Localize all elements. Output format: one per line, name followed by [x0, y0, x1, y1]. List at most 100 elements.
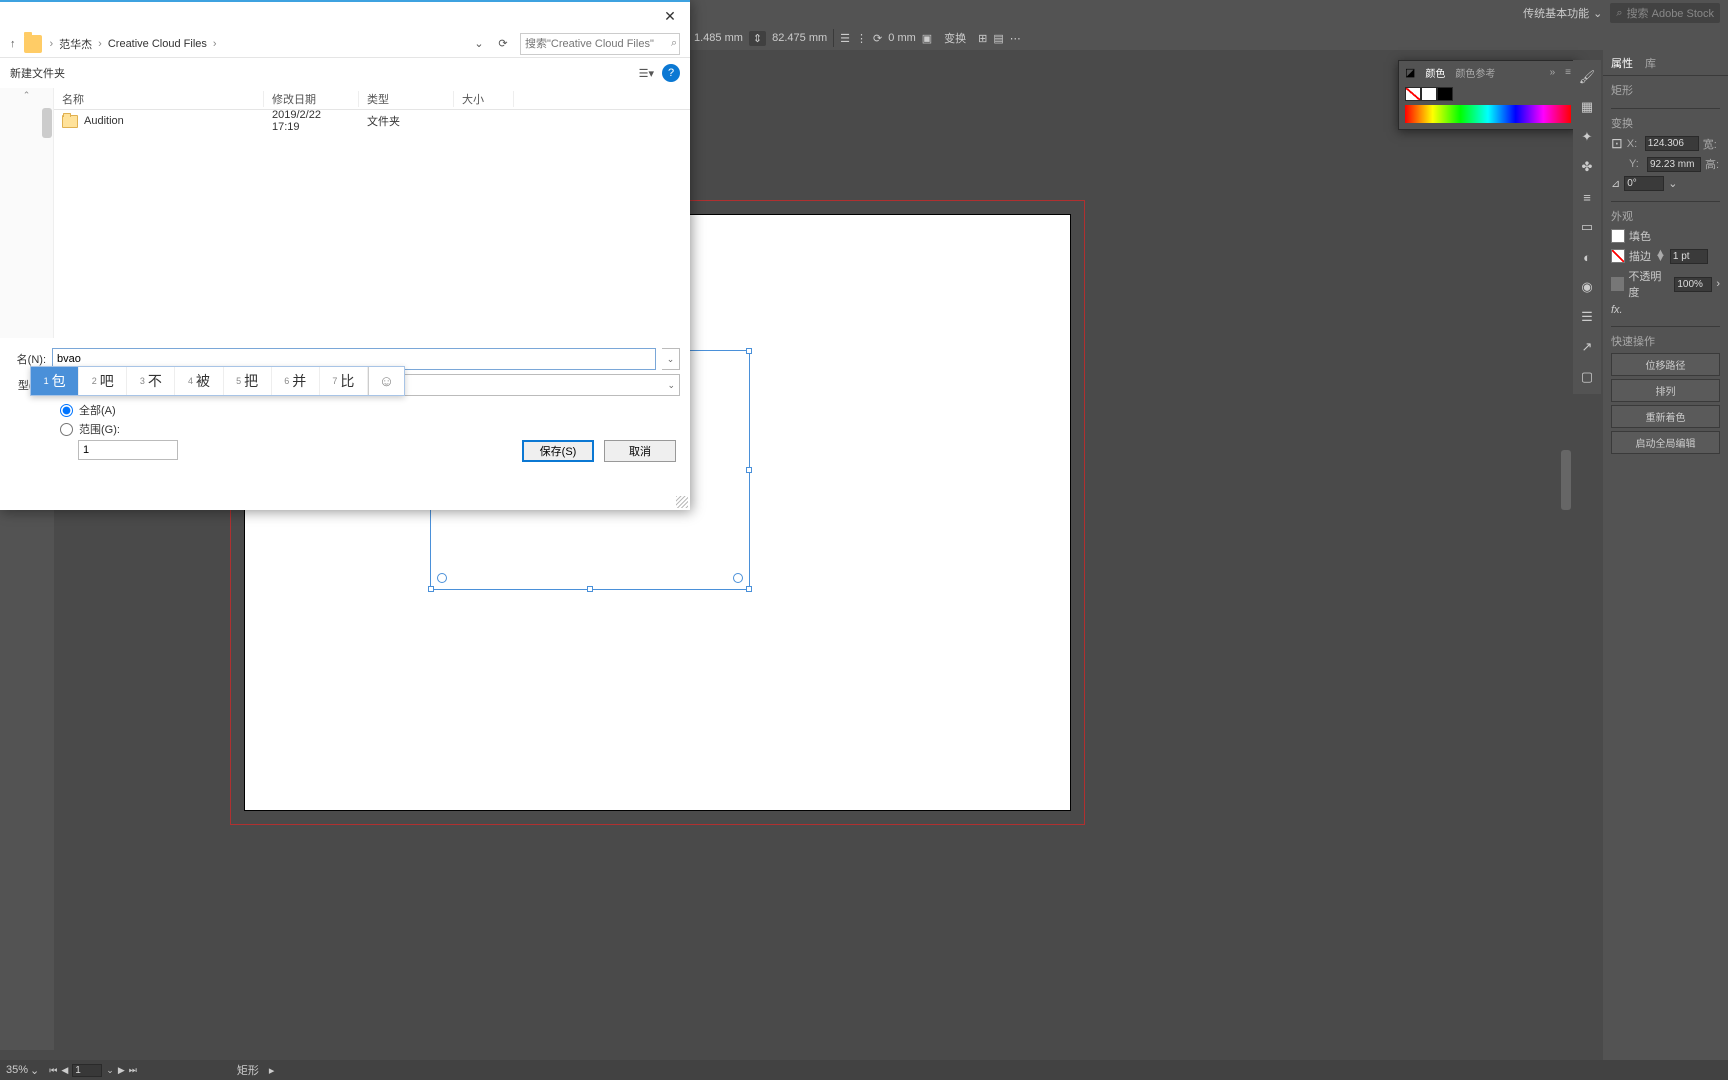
appearance-icon[interactable]: ◉	[1578, 278, 1596, 296]
search-field[interactable]: ⌕	[520, 33, 680, 55]
anchor-right[interactable]	[733, 573, 743, 583]
stroke-swatch[interactable]	[1611, 249, 1625, 263]
tab-color[interactable]: 颜色	[1425, 65, 1445, 80]
layers-icon[interactable]: ☰	[1578, 308, 1596, 326]
artboard-input[interactable]	[72, 1064, 102, 1077]
stroke-weight-input[interactable]	[1670, 249, 1708, 264]
y-input[interactable]	[1647, 157, 1701, 172]
collapse-icon[interactable]: »	[1550, 67, 1556, 78]
opacity-swatch[interactable]	[1611, 277, 1624, 291]
radio-range-input[interactable]	[60, 423, 73, 436]
chevron-down-icon[interactable]: ⌄	[106, 1065, 114, 1076]
color-spectrum[interactable]	[1405, 105, 1571, 123]
align-objects-icon[interactable]: ⊞	[978, 32, 987, 45]
color-panel[interactable]: ◪ 颜色 颜色参考 » ≡	[1398, 60, 1578, 130]
gradient-icon[interactable]: ▭	[1578, 218, 1596, 236]
radio-range[interactable]: 范围(G):	[60, 421, 680, 437]
nav-up-icon[interactable]: ↑	[10, 38, 16, 50]
ime-candidate-7[interactable]: 7 比	[320, 367, 368, 395]
asset-export-icon[interactable]: ↗	[1578, 338, 1596, 356]
tab-libraries[interactable]: 库	[1645, 55, 1656, 71]
nav-prev-icon[interactable]: ◀	[61, 1065, 68, 1076]
transform-button[interactable]: 变换	[938, 28, 972, 48]
handle-top-right[interactable]	[746, 348, 752, 354]
col-size[interactable]: 大小	[454, 91, 514, 107]
zoom-control[interactable]: 35% ⌄	[6, 1064, 39, 1077]
swatches-icon[interactable]: ▦	[1578, 98, 1596, 116]
tree-scroll-thumb[interactable]	[42, 108, 52, 138]
radio-all[interactable]: 全部(A)	[60, 402, 680, 418]
stroke-stepper[interactable]: ▲▼	[1655, 251, 1666, 261]
x-input[interactable]	[1645, 136, 1699, 151]
workspace-switcher[interactable]: 传统基本功能 ⌄	[1523, 5, 1602, 21]
align-icon[interactable]: ☰	[840, 32, 850, 45]
nav-next-icon[interactable]: ▶	[118, 1065, 125, 1076]
ime-candidate-6[interactable]: 6 并	[272, 367, 320, 395]
transparency-icon[interactable]: ◐	[1578, 248, 1596, 266]
anchor-icon[interactable]: ▣	[922, 32, 932, 45]
vertical-scrollbar[interactable]	[1559, 280, 1573, 1050]
filename-dropdown-icon[interactable]: ⌄	[662, 348, 680, 370]
graphic-styles-icon[interactable]: ✤	[1578, 158, 1596, 176]
ime-emoji-button[interactable]: ☺	[368, 367, 404, 395]
handle-bottom-right[interactable]	[746, 586, 752, 592]
reference-point-icon[interactable]: ⊡	[1611, 135, 1623, 152]
opacity-dropdown-icon[interactable]: ›	[1716, 278, 1720, 290]
tree-scrollbar[interactable]	[41, 88, 53, 338]
help-button[interactable]: ?	[662, 64, 680, 82]
swatch-white[interactable]	[1421, 87, 1437, 101]
pathfinder-icon[interactable]: ▤	[993, 32, 1003, 45]
link-icon[interactable]: ⇕	[749, 31, 766, 46]
nav-first-icon[interactable]: ⏮	[49, 1065, 57, 1076]
cancel-button[interactable]: 取消	[604, 440, 676, 462]
recolor-button[interactable]: 重新着色	[1611, 405, 1720, 428]
fill-swatch[interactable]	[1611, 229, 1625, 243]
ime-candidate-5[interactable]: 5 把	[224, 367, 272, 395]
breadcrumb-folder[interactable]: Creative Cloud Files	[108, 38, 207, 50]
search-input[interactable]	[525, 38, 667, 50]
ime-candidate-1[interactable]: 1 包	[31, 367, 79, 395]
folder-tree[interactable]: ⌃	[0, 88, 54, 338]
rotate-icon[interactable]: ⟳	[873, 32, 882, 45]
tab-color-guide[interactable]: 颜色参考	[1455, 65, 1495, 80]
swatch-black[interactable]	[1437, 87, 1453, 101]
arrange-button[interactable]: 排列	[1611, 379, 1720, 402]
view-mode-button[interactable]: ☰▾	[639, 67, 654, 80]
handle-bottom-mid[interactable]	[587, 586, 593, 592]
ime-candidate-3[interactable]: 3 不	[127, 367, 175, 395]
col-date[interactable]: 修改日期	[264, 91, 359, 107]
close-button[interactable]: ✕	[660, 6, 680, 26]
new-folder-button[interactable]: 新建文件夹	[10, 65, 65, 81]
file-row[interactable]: Audition 2019/2/22 17:19 文件夹	[54, 110, 690, 132]
handle-bottom-left[interactable]	[428, 586, 434, 592]
scrollbar-thumb[interactable]	[1561, 450, 1571, 510]
handle-mid-right[interactable]	[746, 467, 752, 473]
offset-path-button[interactable]: 位移路径	[1611, 353, 1720, 376]
brushes-icon[interactable]: 🖌	[1578, 68, 1596, 86]
ime-candidate-4[interactable]: 4 被	[175, 367, 223, 395]
col-name[interactable]: 名称	[54, 91, 264, 107]
artboards-icon[interactable]: ▢	[1578, 368, 1596, 386]
resize-grip[interactable]	[676, 496, 688, 508]
symbols-icon[interactable]: ✦	[1578, 128, 1596, 146]
history-dropdown-icon[interactable]: ⌄	[470, 35, 488, 53]
breadcrumb-user[interactable]: 范华杰	[59, 36, 92, 52]
selection-dropdown-icon[interactable]: ▸	[269, 1064, 275, 1077]
stroke-icon[interactable]: ≡	[1578, 188, 1596, 206]
col-type[interactable]: 类型	[359, 91, 454, 107]
nav-last-icon[interactable]: ⏭	[129, 1065, 137, 1076]
anchor-left[interactable]	[437, 573, 447, 583]
save-button[interactable]: 保存(S)	[522, 440, 594, 462]
angle-input[interactable]	[1624, 176, 1664, 191]
distribute-icon[interactable]: ⋮	[856, 32, 867, 45]
tab-properties[interactable]: 属性	[1611, 55, 1633, 71]
panel-menu-icon[interactable]: ≡	[1565, 67, 1571, 78]
global-edit-button[interactable]: 启动全局编辑	[1611, 431, 1720, 454]
swatch-none[interactable]	[1405, 87, 1421, 101]
tree-collapse-icon[interactable]: ⌃	[23, 90, 31, 101]
refresh-icon[interactable]: ⟳	[494, 35, 512, 53]
ime-candidate-2[interactable]: 2 吧	[79, 367, 127, 395]
angle-dropdown-icon[interactable]: ⌄	[1668, 177, 1677, 190]
fx-label[interactable]: fx.	[1611, 304, 1623, 316]
radio-all-input[interactable]	[60, 404, 73, 417]
